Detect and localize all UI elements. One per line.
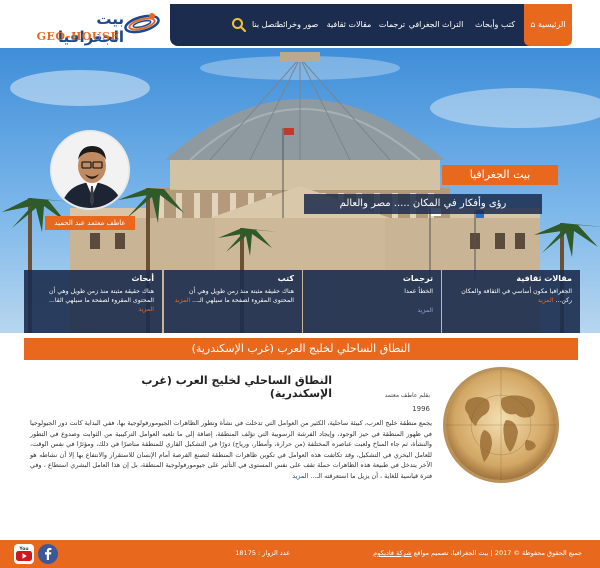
home-icon: ⌂: [530, 20, 536, 29]
card-research[interactable]: أبحاث هناك حقيقة مثبتة منذ زمن طويل وهي …: [24, 270, 162, 333]
nav-item-label: الرئيسية: [538, 20, 566, 29]
card-title: مقالات ثقافية: [516, 274, 572, 283]
card-books[interactable]: كتب هناك حقيقة مثبتة منذ زمن طويل وهي أن…: [164, 270, 302, 333]
logo-english-text: GEO-HOUSE: [36, 30, 120, 43]
footer-copyright-text: جميع الحقوق محفوظة © 2017 | بيت الجغرافي…: [413, 549, 582, 557]
youtube-icon[interactable]: You: [14, 544, 34, 564]
featured-article-section-title: النطاق الساحلي لخليج العرب (غرب الإسكندر…: [24, 338, 578, 360]
nav-item-photos-maps[interactable]: صور وخرائط: [274, 4, 320, 46]
nav-item-contact[interactable]: اتصل بنا: [252, 4, 279, 46]
card-title: أبحاث: [131, 274, 154, 283]
author-avatar: [50, 130, 130, 210]
author-name-label: عاطف معتمد عبد الحميد: [45, 216, 135, 230]
card-title: كتب: [277, 274, 294, 283]
article-excerpt-text: يجمع منطقة خليج العرب، كبيئة ساحلية، الك…: [30, 419, 432, 480]
card-excerpt-text: الجغرافيا مكون أساسي في الثقافة والمكان …: [461, 288, 572, 304]
nav-item-books-research[interactable]: كتب وأبحاث: [470, 4, 520, 46]
main-navigation: ⌂ الرئيسية كتب وأبحاث التراث الجغرافي تر…: [170, 4, 572, 46]
footer-designer-link[interactable]: شركة فاديكوم: [373, 549, 411, 557]
nav-item-cultural-articles[interactable]: مقالات ثقافية: [324, 4, 374, 46]
site-slogan-banner: رؤى وأفكار في المكان ..... مصر والعالم: [304, 194, 542, 214]
visitor-counter: عدد الزوار : 18175: [235, 549, 290, 557]
globe-icon: [124, 13, 160, 34]
nav-item-home[interactable]: ⌂ الرئيسية: [524, 4, 572, 46]
article-year: 1996: [412, 405, 430, 413]
footer-copyright: جميع الحقوق محفوظة © 2017 | بيت الجغرافي…: [310, 549, 582, 557]
article-read-more-link[interactable]: المزيد: [292, 472, 308, 480]
search-icon[interactable]: [230, 16, 248, 34]
card-read-more-link[interactable]: المزيد: [417, 307, 433, 314]
card-excerpt-text: هناك حقيقة مثبتة منذ زمن طويل وهي أن الم…: [188, 288, 294, 304]
article-excerpt: يجمع منطقة خليج العرب، كبيئة ساحلية، الك…: [30, 418, 432, 481]
card-read-more-link[interactable]: المزيد: [138, 306, 154, 313]
card-translations[interactable]: ترجمات الخطأ عمدا المزيد: [303, 270, 441, 333]
site-header: بيت الجغرافيا GEO-HOUSE ⌂ الرئيسية كتب و…: [0, 0, 600, 48]
nav-item-translations[interactable]: ترجمات: [378, 4, 406, 46]
card-title: ترجمات: [402, 274, 433, 283]
card-read-more-link[interactable]: المزيد: [538, 297, 554, 304]
site-logo[interactable]: بيت الجغرافيا GEO-HOUSE: [30, 4, 160, 46]
article-world-map-image: [443, 367, 559, 483]
card-excerpt: هناك حقيقة مثبتة منذ زمن طويل وهي أن الم…: [32, 287, 154, 314]
card-excerpt-text: الخطأ عمدا: [404, 288, 433, 295]
site-title-banner: بيت الجغرافيا: [442, 165, 558, 185]
nav-item-geographic-heritage[interactable]: التراث الجغرافي: [406, 4, 466, 46]
article-author: بقلم عاطف معتمد: [384, 392, 430, 399]
card-read-more-link[interactable]: المزيد: [175, 297, 191, 304]
svg-text:You: You: [18, 546, 28, 552]
site-footer: جميع الحقوق محفوظة © 2017 | بيت الجغرافي…: [0, 540, 600, 568]
world-map-globe-image: [446, 370, 556, 480]
card-excerpt: الجغرافيا مكون أساسي في الثقافة والمكان …: [450, 287, 572, 305]
card-excerpt: الخطأ عمدا المزيد: [311, 287, 433, 315]
facebook-icon[interactable]: [38, 544, 58, 564]
card-excerpt: هناك حقيقة مثبتة منذ زمن طويل وهي أن الم…: [172, 287, 294, 305]
card-cultural-articles[interactable]: مقالات ثقافية الجغرافيا مكون أساسي في ال…: [442, 270, 580, 333]
card-excerpt-text: هناك حقيقة مثبتة منذ زمن طويل وهي أن الم…: [48, 288, 154, 304]
